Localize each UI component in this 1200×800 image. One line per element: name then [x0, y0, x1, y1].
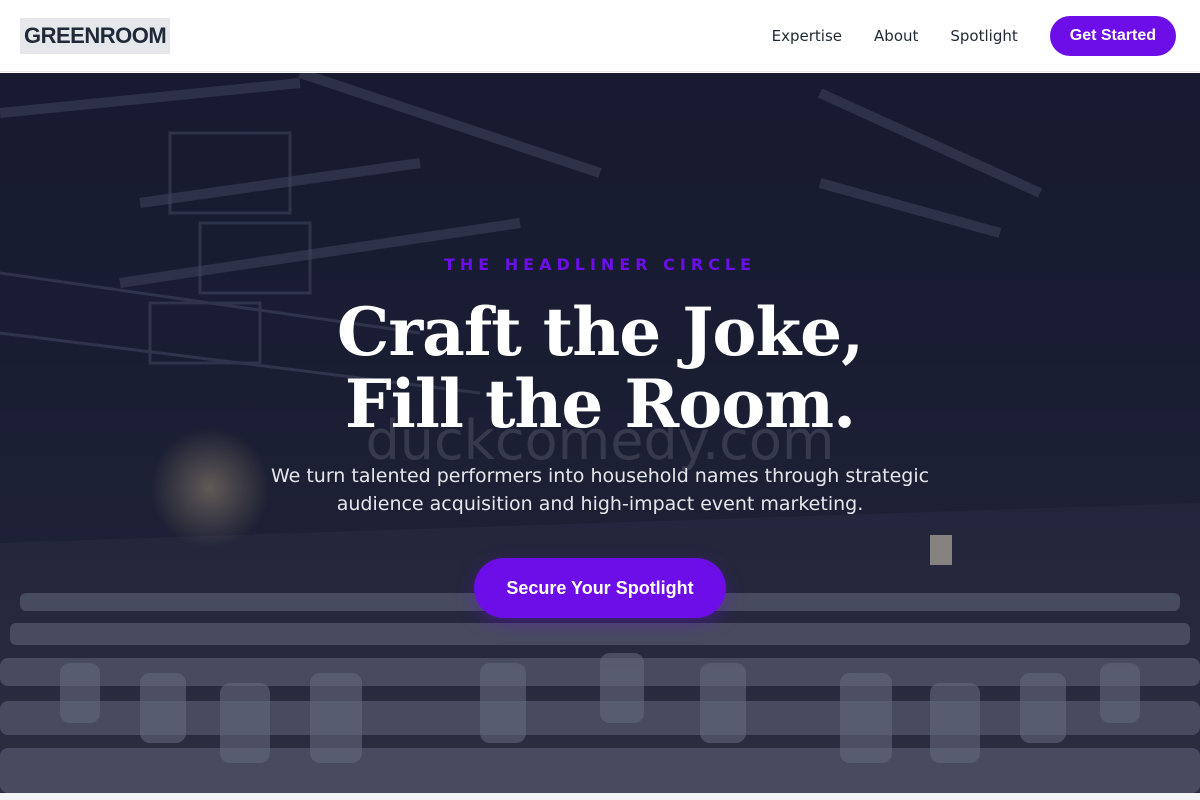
nav-links: Expertise About Spotlight Get Started [772, 15, 1176, 56]
headline-line-2: Fill the Room. [344, 365, 856, 443]
nav-link-about[interactable]: About [874, 27, 918, 45]
secure-spotlight-button[interactable]: Secure Your Spotlight [474, 558, 726, 618]
headline-line-1: Craft the Joke, [336, 293, 864, 371]
page-bottom-divider [0, 793, 1200, 800]
get-started-button[interactable]: Get Started [1049, 15, 1176, 56]
top-nav: GREENROOM Expertise About Spotlight Get … [0, 0, 1200, 72]
hero-content: THE HEADLINER CIRCLE Craft the Joke, Fil… [0, 73, 1200, 793]
hero-subtext: We turn talented performers into househo… [270, 465, 930, 515]
nav-link-expertise[interactable]: Expertise [772, 27, 842, 45]
logo[interactable]: GREENROOM [20, 17, 171, 54]
nav-link-spotlight[interactable]: Spotlight [950, 27, 1017, 45]
hero-section: duckcomedy.com THE HEADLINER CIRCLE Craf… [0, 73, 1200, 793]
hero-eyebrow: THE HEADLINER CIRCLE [443, 255, 757, 274]
hero-headline: Craft the Joke, Fill the Room. [336, 293, 864, 443]
